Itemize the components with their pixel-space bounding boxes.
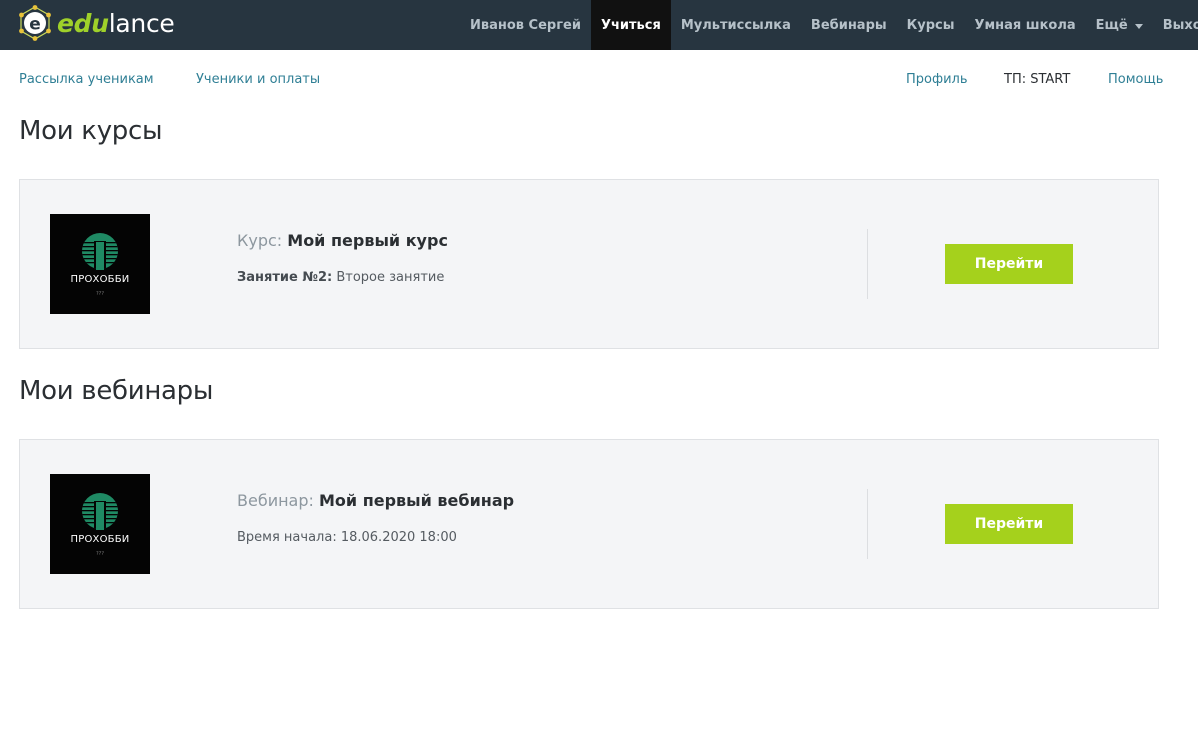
webinar-go-button[interactable]: Перейти [945, 504, 1073, 544]
edulance-logo[interactable]: e edulance [17, 4, 175, 42]
webinar-card: ПРОХОББИ ??? Вебинар: Мой первый вебинар… [19, 439, 1159, 609]
card-divider [867, 229, 868, 299]
webinar-label: Вебинар: [237, 491, 314, 510]
webinars-title: Мои вебинары [19, 376, 214, 406]
tariff-plan: ТП: START [1004, 72, 1071, 87]
caret-down-icon [1134, 23, 1143, 29]
mailing-link[interactable]: Рассылка ученикам [19, 72, 154, 87]
course-lesson-value: Второе занятие [336, 270, 445, 285]
brand-edu: edu [57, 8, 109, 38]
nav-logout[interactable]: Выход [1153, 0, 1198, 50]
nav-learn[interactable]: Учиться [590, 0, 671, 50]
svg-text:e: e [29, 15, 41, 35]
brand-name: edulance [57, 9, 175, 38]
course-name: Мой первый курс [287, 231, 448, 250]
webinar-thumbnail-sub: ??? [96, 551, 104, 557]
webinar-thumbnail[interactable]: ПРОХОББИ ??? [50, 474, 150, 574]
course-thumbnail-name: ПРОХОББИ [70, 274, 130, 285]
course-card: ПРОХОББИ ??? Курс: Мой первый курс Занят… [19, 179, 1159, 349]
course-lesson: Занятие №2: Второе занятие [237, 270, 444, 285]
nav-smart-school[interactable]: Умная школа [965, 0, 1086, 50]
webinar-thumbnail-name: ПРОХОББИ [70, 534, 130, 545]
course-label: Курс: [237, 231, 283, 250]
course-go-button[interactable]: Перейти [945, 244, 1073, 284]
nav-multilink[interactable]: Мультиссылка [671, 0, 801, 50]
top-navbar: e edulance Иванов Сергей Учиться Мультис… [0, 0, 1198, 50]
nav-user-name[interactable]: Иванов Сергей [460, 0, 591, 50]
course-thumbnail-sub: ??? [96, 291, 104, 297]
students-payments-link[interactable]: Ученики и оплаты [196, 72, 320, 87]
webinar-title: Вебинар: Мой первый вебинар [237, 491, 514, 510]
main-nav: Иванов Сергей Учиться Мультиссылка Вебин… [460, 0, 1198, 50]
courses-title: Мои курсы [19, 116, 163, 146]
webinar-start-value: 18.06.2020 18:00 [340, 530, 457, 545]
nav-more[interactable]: Ещё [1086, 0, 1153, 50]
nav-courses[interactable]: Курсы [897, 0, 965, 50]
course-title: Курс: Мой первый курс [237, 231, 448, 250]
brand-lance: lance [108, 8, 175, 38]
edulance-logo-icon: e [19, 5, 51, 41]
course-lesson-label: Занятие №2: [237, 270, 333, 285]
card-divider [867, 489, 868, 559]
profile-link[interactable]: Профиль [906, 72, 968, 87]
prohobbi-logo-icon [82, 233, 118, 270]
help-link[interactable]: Помощь [1108, 72, 1163, 87]
webinar-name: Мой первый вебинар [319, 491, 515, 510]
webinar-start-label: Время начала: [237, 530, 337, 545]
nav-more-label: Ещё [1095, 17, 1128, 33]
course-thumbnail[interactable]: ПРОХОББИ ??? [50, 214, 150, 314]
prohobbi-logo-icon [82, 493, 118, 530]
nav-webinars[interactable]: Вебинары [801, 0, 897, 50]
webinar-start-time: Время начала: 18.06.2020 18:00 [237, 530, 457, 545]
